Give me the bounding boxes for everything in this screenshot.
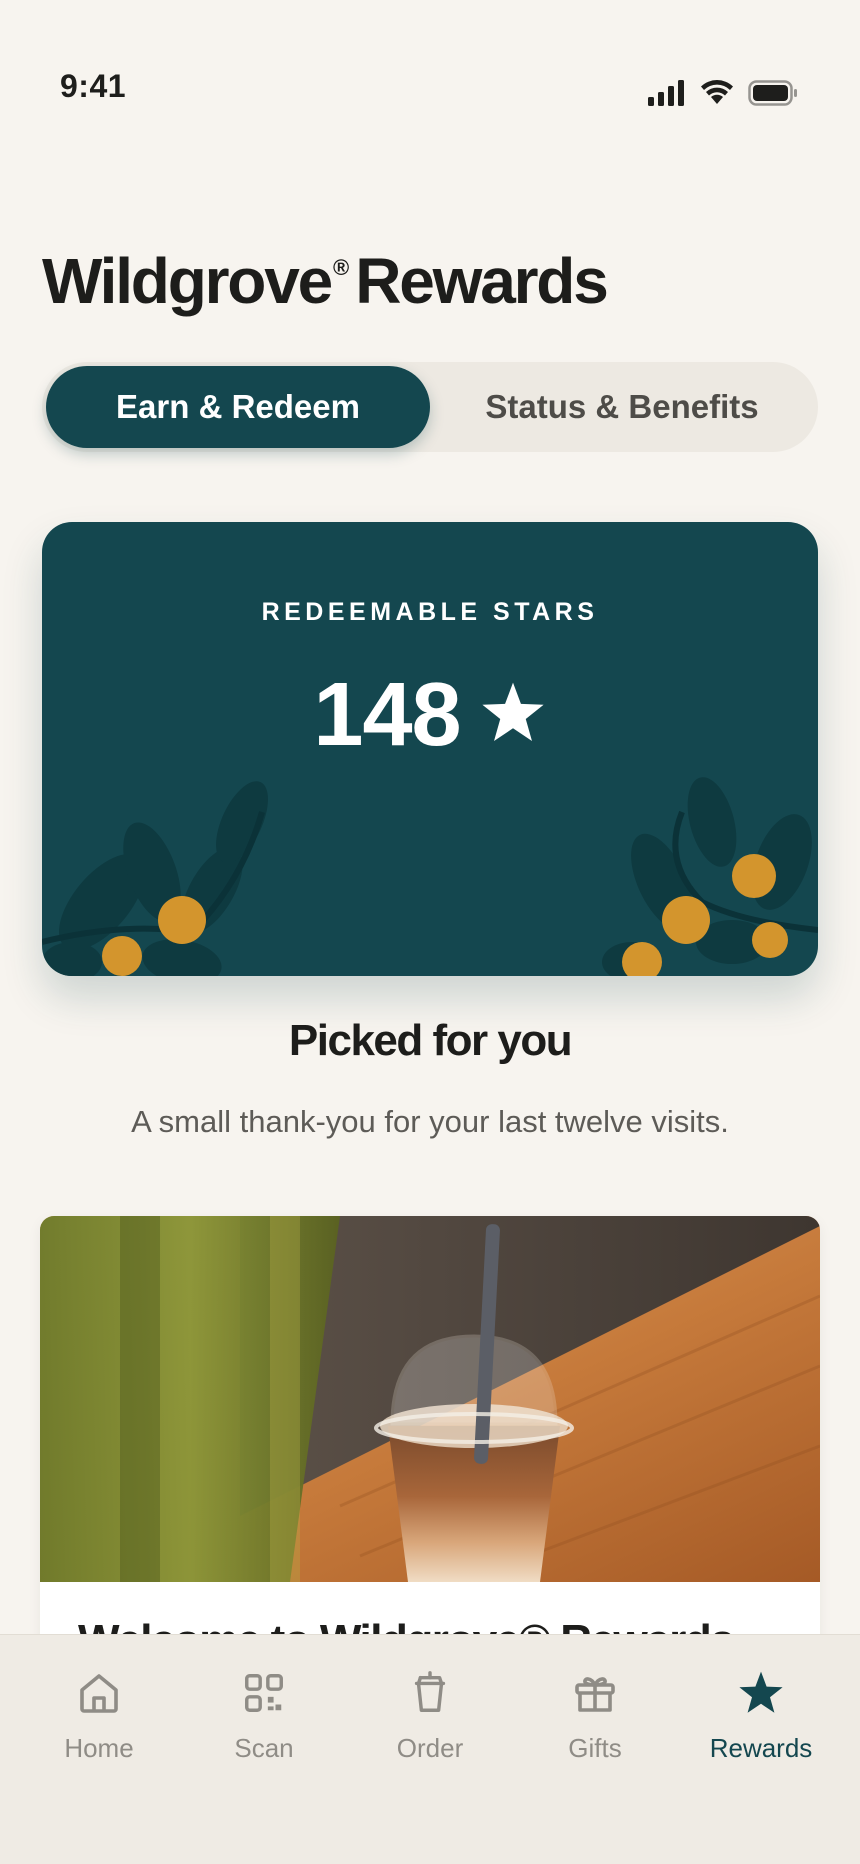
registered-mark: ® <box>332 255 350 280</box>
status-icons <box>648 80 798 106</box>
page-title: Wildgrove®Rewards <box>42 244 609 318</box>
cup-icon <box>407 1667 453 1719</box>
stars-count: 148 <box>313 665 461 765</box>
picked-for-you-title: Picked for you <box>288 1016 573 1065</box>
picked-for-you-subtitle: A small thank-you for your last twelve v… <box>131 1104 729 1139</box>
stars-value-row: 148 <box>42 670 818 760</box>
iced-coffee-photo <box>40 1216 820 1582</box>
title-rest: Rewards <box>355 245 609 317</box>
cellular-signal-icon <box>648 80 686 106</box>
wifi-icon <box>700 80 734 106</box>
tab-order[interactable]: Order <box>350 1667 510 1767</box>
title-brand: Wildgrove <box>42 245 333 317</box>
tab-gifts-label: Gifts <box>568 1733 622 1763</box>
tab-earn-redeem[interactable]: Earn & Redeem <box>46 366 430 448</box>
tab-rewards-label: Rewards <box>709 1733 813 1763</box>
rewards-segmented-control: Earn & Redeem Status & Benefits <box>42 362 818 452</box>
star-icon <box>479 680 547 751</box>
tab-home-label: Home <box>64 1733 134 1763</box>
tab-gifts[interactable]: Gifts <box>515 1667 675 1767</box>
bottom-tab-bar: Home Scan Order Gifts Rewards <box>0 1634 860 1864</box>
battery-icon <box>748 80 798 106</box>
tab-scan-label: Scan <box>234 1733 294 1763</box>
star-icon <box>737 1667 785 1719</box>
scan-icon <box>241 1667 287 1719</box>
offer-card[interactable]: Welcome to Wildgrove® Rewards <box>40 1216 820 1696</box>
tab-status-benefits[interactable]: Status & Benefits <box>430 366 814 448</box>
home-icon <box>75 1667 123 1719</box>
redeemable-stars-card[interactable]: REDEEMABLE STARS 148 <box>42 522 818 976</box>
status-bar: 9:41 <box>0 0 860 140</box>
stars-label: REDEEMABLE STARS <box>261 598 599 626</box>
gift-icon <box>571 1667 619 1719</box>
tab-home[interactable]: Home <box>19 1667 179 1767</box>
tab-rewards[interactable]: Rewards <box>681 1667 841 1767</box>
tab-order-label: Order <box>396 1733 464 1763</box>
tab-scan[interactable]: Scan <box>184 1667 344 1767</box>
status-time: 9:41 <box>60 68 127 104</box>
